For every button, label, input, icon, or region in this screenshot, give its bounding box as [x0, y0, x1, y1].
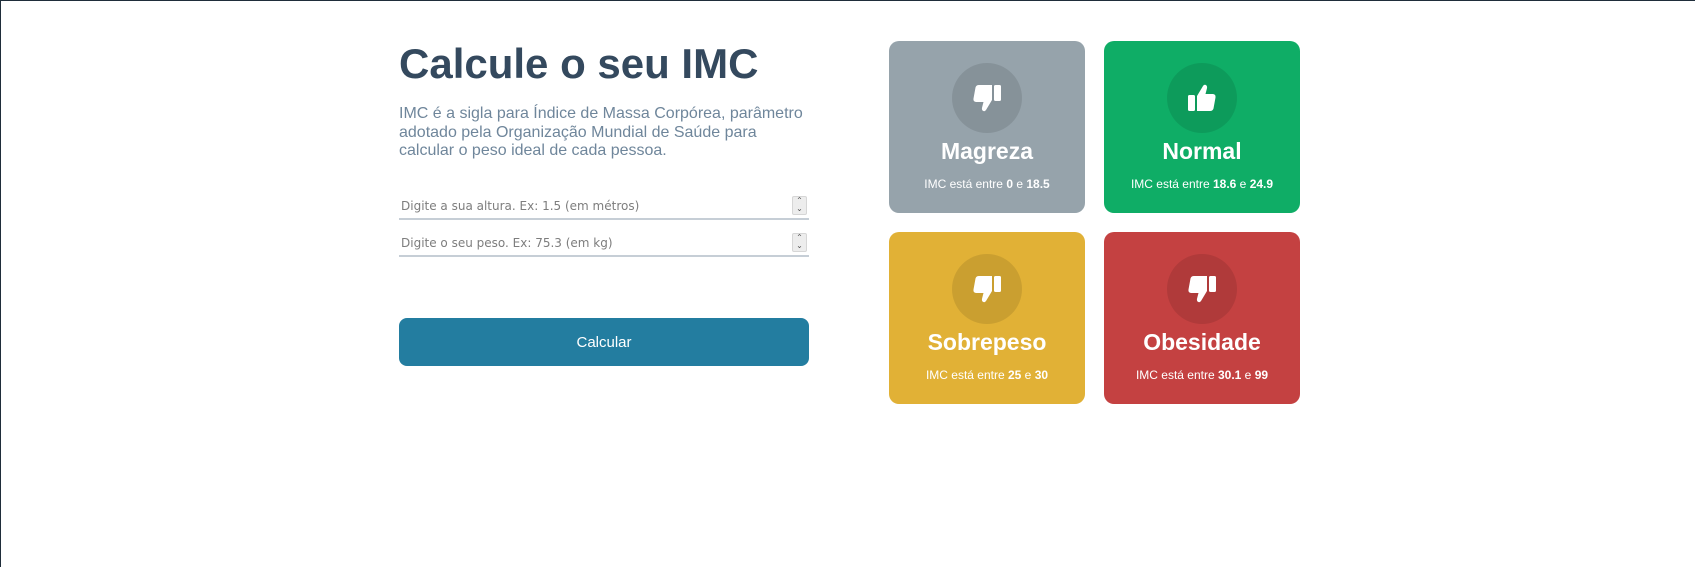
height-field: ⌃ ⌄	[399, 196, 809, 220]
weight-spinner[interactable]: ⌃ ⌄	[792, 233, 807, 252]
thumbs-down-icon	[1167, 254, 1237, 324]
card-range-connector: e	[1241, 368, 1255, 382]
card-range-connector: e	[1013, 177, 1027, 191]
calculate-button[interactable]: Calcular	[399, 318, 809, 366]
card-range-prefix: IMC está entre	[1135, 368, 1218, 382]
card-range-max: 30	[1034, 368, 1049, 382]
card-range: IMC está entre 25 e 30	[889, 368, 1085, 382]
page-description: IMC é a sigla para Índice de Massa Corpó…	[399, 105, 803, 159]
card-title: Obesidade	[1143, 329, 1261, 355]
card-sobrepeso: Sobrepeso IMC está entre 25 e 30	[889, 232, 1085, 404]
thumbs-down-icon	[952, 254, 1022, 324]
height-spinner[interactable]: ⌃ ⌄	[792, 196, 807, 215]
card-range-prefix: IMC está entre	[924, 177, 1007, 191]
card-range-max: 24.9	[1249, 177, 1274, 191]
spinner-down-icon[interactable]: ⌄	[793, 242, 806, 250]
card-title: Normal	[1162, 138, 1242, 164]
height-input[interactable]	[399, 196, 781, 216]
card-range: IMC está entre 0 e 18.5	[889, 177, 1085, 191]
card-range-min: 25	[1007, 368, 1022, 382]
card-range-min: 18.6	[1212, 177, 1237, 191]
card-magreza: Magreza IMC está entre 0 e 18.5	[889, 41, 1085, 213]
card-range-min: 0	[1006, 177, 1013, 191]
card-obesidade: Obesidade IMC está entre 30.1 e 99	[1104, 232, 1300, 404]
page-frame	[0, 0, 1695, 567]
card-range: IMC está entre 30.1 e 99	[1104, 368, 1300, 382]
card-title: Magreza	[940, 138, 1034, 164]
thumbs-down-icon	[952, 63, 1022, 133]
card-range-min: 30.1	[1217, 368, 1242, 382]
card-normal: Normal IMC está entre 18.6 e 24.9	[1104, 41, 1300, 213]
weight-input[interactable]	[399, 233, 781, 253]
card-range-prefix: IMC está entre	[925, 368, 1008, 382]
card-title: Sobrepeso	[927, 329, 1047, 355]
card-range-max: 18.5	[1026, 177, 1050, 191]
card-range-connector: e	[1236, 177, 1250, 191]
calculator-section: Calcule o seu IMC IMC é a sigla para Índ…	[399, 36, 809, 366]
spinner-down-icon[interactable]: ⌄	[793, 205, 806, 213]
card-range: IMC está entre 18.6 e 24.9	[1104, 177, 1300, 191]
card-range-prefix: IMC está entre	[1130, 177, 1213, 191]
thumbs-up-icon	[1167, 63, 1237, 133]
card-range-max: 99	[1254, 368, 1269, 382]
card-range-connector: e	[1021, 368, 1035, 382]
weight-field: ⌃ ⌄	[399, 233, 809, 257]
page-title: Calcule o seu IMC	[399, 40, 759, 87]
